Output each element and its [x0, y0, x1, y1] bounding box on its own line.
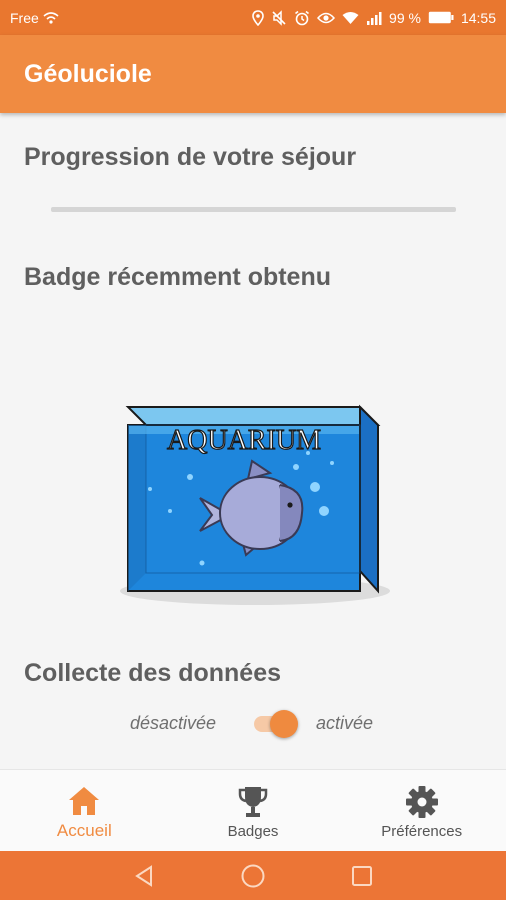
- nav-label-preferences: Préférences: [381, 822, 463, 840]
- battery-icon: [428, 11, 454, 24]
- nav-label-accueil: Accueil: [56, 821, 112, 840]
- signal-icon: [366, 11, 382, 25]
- eye-icon: [317, 11, 336, 25]
- main-content: Progression de votre séjour Badge récemm…: [0, 113, 506, 769]
- battery-percent: 99 %: [389, 9, 421, 26]
- system-navigation-bar: [0, 851, 506, 900]
- gear-icon: [405, 783, 439, 819]
- status-left: Free: [10, 10, 59, 26]
- aquarium-badge-image: AQUARIUM: [110, 393, 400, 618]
- stay-progress-bar: [51, 207, 456, 212]
- nav-label-badges: Badges: [227, 822, 279, 840]
- carrier-label: Free: [10, 9, 39, 26]
- switch-knob[interactable]: [270, 710, 298, 738]
- location-icon: [252, 9, 264, 26]
- data-collection-title: Collecte des données: [24, 659, 282, 687]
- toggle-label-on: activée: [316, 713, 374, 733]
- app-bar: Géoluciole: [0, 35, 506, 113]
- badge-section-title: Badge récemment obtenu: [24, 263, 332, 291]
- toggle-label-off: désactivée: [130, 713, 217, 733]
- data-collection-toggle-row: désactivée activée: [0, 707, 506, 741]
- back-icon[interactable]: [124, 856, 164, 896]
- nav-item-accueil[interactable]: Accueil: [0, 770, 169, 852]
- badge-name-text: AQUARIUM: [167, 425, 321, 456]
- trophy-icon: [238, 783, 268, 819]
- wifi-calling-icon: [43, 11, 59, 24]
- home-icon: [67, 781, 101, 817]
- bottom-navigation: Accueil Badges Préférences: [0, 769, 506, 852]
- home-circle-icon[interactable]: [233, 856, 273, 896]
- app-title: Géoluciole: [24, 59, 152, 88]
- recents-icon[interactable]: [342, 856, 382, 896]
- clock: 14:55: [460, 9, 496, 26]
- status-bar: Free 99 % 14:55: [0, 0, 506, 35]
- status-right: 99 % 14:55: [252, 10, 496, 26]
- alarm-icon: [294, 10, 310, 26]
- mute-icon: [271, 9, 287, 26]
- progress-title: Progression de votre séjour: [24, 143, 357, 171]
- data-collection-switch[interactable]: [254, 710, 298, 738]
- wifi-icon: [342, 11, 359, 25]
- nav-item-preferences[interactable]: Préférences: [337, 770, 506, 852]
- nav-item-badges[interactable]: Badges: [169, 770, 338, 852]
